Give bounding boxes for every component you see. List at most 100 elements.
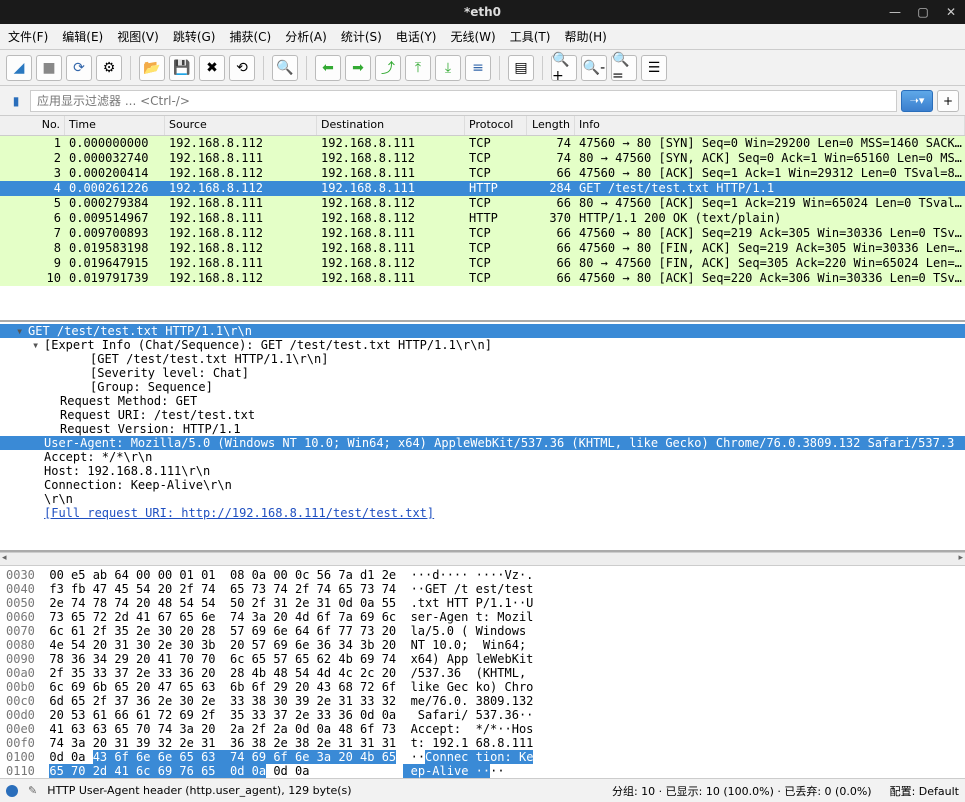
hex-dump[interactable]: 0030 00 e5 ab 64 00 00 01 01 08 0a 00 0c… xyxy=(0,566,965,778)
stop-capture-button[interactable]: ■ xyxy=(36,55,62,81)
window-title: *eth0 xyxy=(464,5,501,19)
menu-view[interactable]: 视图(V) xyxy=(117,28,159,45)
detail-crlf[interactable]: \r\n xyxy=(0,492,965,506)
hex-row[interactable]: 00c0 6d 65 2f 37 36 2e 30 2e 33 38 30 39… xyxy=(6,694,959,708)
packet-row[interactable]: 30.000200414192.168.8.112192.168.8.111TC… xyxy=(0,166,965,181)
start-capture-button[interactable]: ◢ xyxy=(6,55,32,81)
hex-row[interactable]: 0110 65 70 2d 41 6c 69 76 65 0d 0a 0d 0a… xyxy=(6,764,959,778)
expression-button[interactable]: ➝▾ xyxy=(901,90,933,112)
detail-uri[interactable]: Request URI: /test/test.txt xyxy=(0,408,965,422)
menu-telephony[interactable]: 电话(Y) xyxy=(396,28,437,45)
packet-row[interactable]: 40.000261226192.168.8.112192.168.8.111HT… xyxy=(0,181,965,196)
hex-row[interactable]: 00f0 74 3a 20 31 39 32 2e 31 36 38 2e 38… xyxy=(6,736,959,750)
go-forward-button[interactable]: ➡ xyxy=(345,55,371,81)
menu-edit[interactable]: 编辑(E) xyxy=(62,28,103,45)
edit-icon[interactable]: ✎ xyxy=(28,784,37,797)
hex-row[interactable]: 00b0 6c 69 6b 65 20 47 65 63 6b 6f 29 20… xyxy=(6,680,959,694)
bookmark-icon[interactable]: ▮ xyxy=(6,91,26,111)
colorize-button[interactable]: ▤ xyxy=(508,55,534,81)
hex-row[interactable]: 0040 f3 fb 47 45 54 20 2f 74 65 73 74 2f… xyxy=(6,582,959,596)
hex-row[interactable]: 0050 2e 74 78 74 20 48 54 54 50 2f 31 2e… xyxy=(6,596,959,610)
minimize-button[interactable]: — xyxy=(885,2,905,22)
hex-row[interactable]: 00e0 41 63 63 65 70 74 3a 20 2a 2f 2a 0d… xyxy=(6,722,959,736)
detail-user-agent[interactable]: User-Agent: Mozilla/5.0 (Windows NT 10.0… xyxy=(0,436,965,450)
status-main: HTTP User-Agent header (http.user_agent)… xyxy=(47,784,351,797)
hex-row[interactable]: 0060 73 65 72 2d 41 67 65 6e 74 3a 20 4d… xyxy=(6,610,959,624)
separator xyxy=(263,56,264,80)
save-file-button[interactable]: 💾 xyxy=(169,55,195,81)
detail-accept[interactable]: Accept: */*\r\n xyxy=(0,450,965,464)
go-back-button[interactable]: ⬅ xyxy=(315,55,341,81)
open-file-button[interactable]: 📂 xyxy=(139,55,165,81)
packet-row[interactable]: 20.000032740192.168.8.111192.168.8.112TC… xyxy=(0,151,965,166)
add-filter-button[interactable]: + xyxy=(937,90,959,112)
detail-expert-info[interactable]: ▾[Expert Info (Chat/Sequence): GET /test… xyxy=(0,338,965,352)
hex-row[interactable]: 00a0 2f 35 33 37 2e 33 36 20 28 4b 48 54… xyxy=(6,666,959,680)
col-length[interactable]: Length xyxy=(527,116,575,135)
hex-row[interactable]: 0090 78 36 34 29 20 41 70 70 6c 65 57 65… xyxy=(6,652,959,666)
find-button[interactable]: 🔍 xyxy=(272,55,298,81)
detail-group[interactable]: [Group: Sequence] xyxy=(0,380,965,394)
capture-options-button[interactable]: ⚙ xyxy=(96,55,122,81)
menu-help[interactable]: 帮助(H) xyxy=(564,28,606,45)
packet-row[interactable]: 80.019583198192.168.8.112192.168.8.111TC… xyxy=(0,241,965,256)
packet-row[interactable]: 90.019647915192.168.8.111192.168.8.112TC… xyxy=(0,256,965,271)
horizontal-scrollbar[interactable] xyxy=(0,552,965,566)
detail-method[interactable]: Request Method: GET xyxy=(0,394,965,408)
zoom-in-button[interactable]: 🔍+ xyxy=(551,55,577,81)
go-to-last-button[interactable]: ⤓ xyxy=(435,55,461,81)
detail-expert-get[interactable]: [GET /test/test.txt HTTP/1.1\r\n] xyxy=(0,352,965,366)
hex-row[interactable]: 0030 00 e5 ab 64 00 00 01 01 08 0a 00 0c… xyxy=(6,568,959,582)
expand-icon[interactable]: ▾ xyxy=(16,324,23,338)
close-file-button[interactable]: ✖ xyxy=(199,55,225,81)
separator xyxy=(542,56,543,80)
packet-details[interactable]: ▾GET /test/test.txt HTTP/1.1\r\n ▾[Exper… xyxy=(0,322,965,552)
packet-row[interactable]: 70.009700893192.168.8.112192.168.8.111TC… xyxy=(0,226,965,241)
menu-file[interactable]: 文件(F) xyxy=(8,28,48,45)
status-profile[interactable]: 配置: Default xyxy=(890,783,959,799)
menu-tools[interactable]: 工具(T) xyxy=(510,28,551,45)
menu-wireless[interactable]: 无线(W) xyxy=(451,28,496,45)
detail-full-uri[interactable]: [Full request URI: http://192.168.8.111/… xyxy=(0,506,965,520)
hex-row[interactable]: 0100 0d 0a 43 6f 6e 6e 65 63 74 69 6f 6e… xyxy=(6,750,959,764)
packet-row[interactable]: 10.000000000192.168.8.112192.168.8.111TC… xyxy=(0,136,965,151)
menu-analyze[interactable]: 分析(A) xyxy=(285,28,327,45)
col-time[interactable]: Time xyxy=(65,116,165,135)
reload-button[interactable]: ⟲ xyxy=(229,55,255,81)
menu-bar: 文件(F) 编辑(E) 视图(V) 跳转(G) 捕获(C) 分析(A) 统计(S… xyxy=(0,24,965,50)
zoom-reset-button[interactable]: 🔍= xyxy=(611,55,637,81)
close-button[interactable]: ✕ xyxy=(941,2,961,22)
detail-connection[interactable]: Connection: Keep-Alive\r\n xyxy=(0,478,965,492)
hex-row[interactable]: 0080 4e 54 20 31 30 2e 30 3b 20 57 69 6e… xyxy=(6,638,959,652)
menu-capture[interactable]: 捕获(C) xyxy=(229,28,271,45)
expand-icon[interactable]: ▾ xyxy=(32,338,39,352)
maximize-button[interactable]: ▢ xyxy=(913,2,933,22)
detail-host[interactable]: Host: 192.168.8.111\r\n xyxy=(0,464,965,478)
packet-list-header: No. Time Source Destination Protocol Len… xyxy=(0,116,965,136)
detail-version[interactable]: Request Version: HTTP/1.1 xyxy=(0,422,965,436)
resize-columns-button[interactable]: ☰ xyxy=(641,55,667,81)
go-to-packet-button[interactable]: ⤴ xyxy=(375,55,401,81)
auto-scroll-button[interactable]: ≡ xyxy=(465,55,491,81)
restart-capture-button[interactable]: ⟳ xyxy=(66,55,92,81)
packet-row[interactable]: 100.019791739192.168.8.112192.168.8.111T… xyxy=(0,271,965,286)
packet-list[interactable]: No. Time Source Destination Protocol Len… xyxy=(0,116,965,322)
expert-bullet-icon[interactable] xyxy=(6,785,18,797)
display-filter-input[interactable]: 应用显示过滤器 ... <Ctrl-/> xyxy=(30,90,897,112)
zoom-out-button[interactable]: 🔍- xyxy=(581,55,607,81)
detail-request-line[interactable]: ▾GET /test/test.txt HTTP/1.1\r\n xyxy=(0,324,965,338)
col-info[interactable]: Info xyxy=(575,116,965,135)
col-source[interactable]: Source xyxy=(165,116,317,135)
packet-row[interactable]: 60.009514967192.168.8.111192.168.8.112HT… xyxy=(0,211,965,226)
menu-stats[interactable]: 统计(S) xyxy=(341,28,382,45)
hex-row[interactable]: 0070 6c 61 2f 35 2e 30 20 28 57 69 6e 64… xyxy=(6,624,959,638)
detail-severity[interactable]: [Severity level: Chat] xyxy=(0,366,965,380)
col-destination[interactable]: Destination xyxy=(317,116,465,135)
packet-row[interactable]: 50.000279384192.168.8.111192.168.8.112TC… xyxy=(0,196,965,211)
hex-row[interactable]: 00d0 20 53 61 66 61 72 69 2f 35 33 37 2e… xyxy=(6,708,959,722)
col-no[interactable]: No. xyxy=(0,116,65,135)
go-to-first-button[interactable]: ⤒ xyxy=(405,55,431,81)
col-protocol[interactable]: Protocol xyxy=(465,116,527,135)
menu-go[interactable]: 跳转(G) xyxy=(173,28,216,45)
filter-bar: ▮ 应用显示过滤器 ... <Ctrl-/> ➝▾ + xyxy=(0,86,965,116)
